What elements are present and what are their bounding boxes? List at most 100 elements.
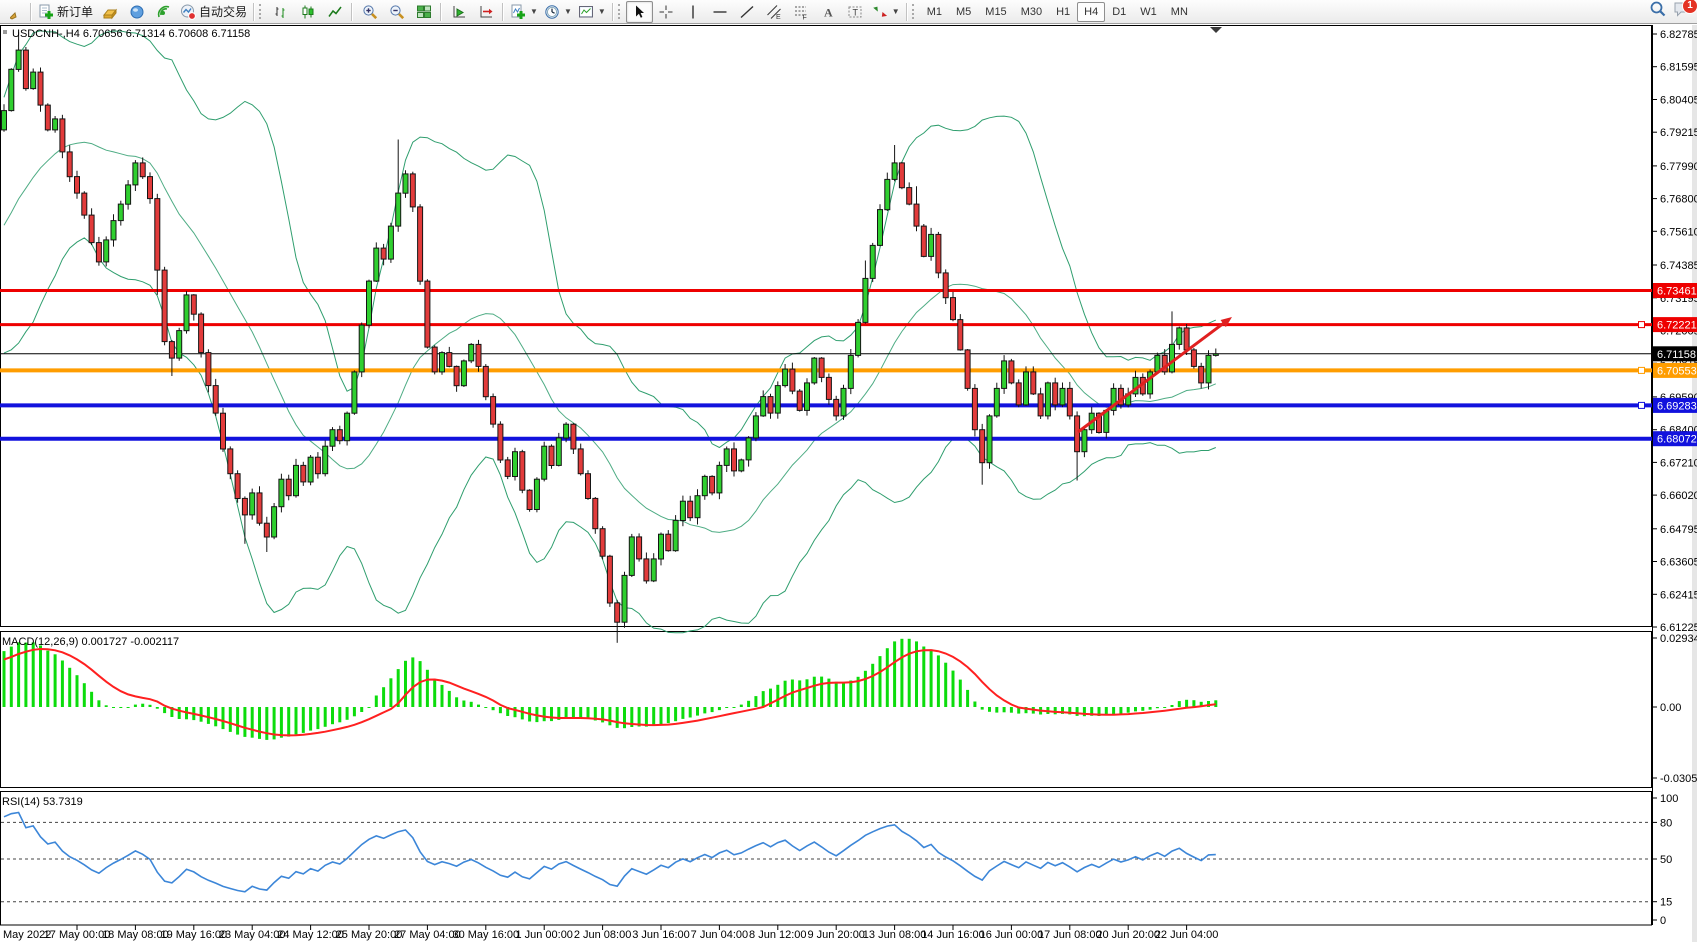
timeframe-button-h1[interactable]: H1 <box>1049 2 1077 22</box>
timeframe-button-w1[interactable]: W1 <box>1133 2 1164 22</box>
market-watch-icon <box>102 4 118 20</box>
dropdown-caret-icon[interactable]: ▼ <box>598 7 606 16</box>
toolbar-separator <box>253 3 255 21</box>
equidistant-channel-tool-button[interactable]: E <box>761 1 788 23</box>
svg-text:T: T <box>853 7 859 17</box>
dropdown-caret-icon[interactable]: ▼ <box>530 7 538 16</box>
svg-text:6.64795: 6.64795 <box>1660 524 1697 536</box>
line-selection-handle[interactable] <box>1639 402 1645 408</box>
line-selection-handle[interactable] <box>1639 322 1645 328</box>
svg-text:6.72221: 6.72221 <box>1657 320 1697 332</box>
time-axis-label: 2 Jun 08:00 <box>574 929 632 941</box>
svg-text:0.00: 0.00 <box>1660 702 1681 714</box>
svg-text:100: 100 <box>1660 793 1678 805</box>
line-chart-button[interactable] <box>321 1 348 23</box>
chart-shift-marker[interactable] <box>1210 27 1222 33</box>
svg-text:E: E <box>776 14 781 20</box>
zoom-in-button[interactable] <box>356 1 383 23</box>
autotrade-button[interactable]: 自动交易 <box>177 1 250 23</box>
text-label-tool-button[interactable]: T <box>842 1 869 23</box>
price-level-label: 6.69283 <box>1653 398 1697 413</box>
rsi-axis[interactable]: 1008050150 <box>1652 793 1678 927</box>
fibonacci-tool-button[interactable]: F <box>788 1 815 23</box>
crosshair-tool-button[interactable] <box>653 1 680 23</box>
timeframe-button-h4[interactable]: H4 <box>1077 2 1105 22</box>
arrows-icon <box>872 4 888 20</box>
search-button[interactable] <box>1649 0 1667 23</box>
main-toolbar: 新订单 自动交易 ▼ ▼ ▼ E F A T ▼ M1M5M15M30H1H4D1W1MN 1 <box>0 0 1697 24</box>
svg-text:6.67210: 6.67210 <box>1660 457 1697 469</box>
trendline-icon <box>739 4 755 20</box>
svg-text:6.80405: 6.80405 <box>1660 94 1697 106</box>
chart-shift-icon <box>478 4 494 20</box>
indicators-button[interactable]: ▼ <box>507 1 541 23</box>
candlestick-chart-button[interactable] <box>294 1 321 23</box>
timeframe-button-m1[interactable]: M1 <box>920 2 949 22</box>
time-axis-label: 17 May 00:00 <box>44 929 111 941</box>
timeframe-button-d1[interactable]: D1 <box>1105 2 1133 22</box>
tile-windows-icon <box>416 4 432 20</box>
svg-text:6.68072: 6.68072 <box>1657 434 1697 446</box>
signals-button[interactable] <box>150 1 177 23</box>
tile-windows-button[interactable] <box>410 1 437 23</box>
price-level-label: 6.73461 <box>1653 283 1697 298</box>
cursor-tool-button[interactable] <box>626 1 653 23</box>
timeframe-button-m15[interactable]: M15 <box>978 2 1013 22</box>
timeframe-button-m5[interactable]: M5 <box>949 2 978 22</box>
svg-text:6.71158: 6.71158 <box>1657 349 1696 361</box>
notifications-button[interactable]: 1 <box>1673 1 1691 22</box>
time-axis-label: 8 Jun 12:00 <box>749 929 807 941</box>
vertical-line-tool-button[interactable] <box>680 1 707 23</box>
toolbar-separator <box>906 3 908 21</box>
linechart-icon <box>327 4 343 20</box>
bars-icon <box>273 4 289 20</box>
toolbar-separator <box>502 3 504 21</box>
text-tool-button[interactable]: A <box>815 1 842 23</box>
svg-text:0.029341: 0.029341 <box>1660 633 1697 645</box>
auto-scroll-icon <box>451 4 467 20</box>
navigator-button[interactable] <box>123 1 150 23</box>
time-axis[interactable]: May 202217 May 00:0018 May 08:0019 May 1… <box>3 925 1218 941</box>
dropdown-caret-icon[interactable]: ▼ <box>892 7 900 16</box>
market-watch-button[interactable] <box>96 1 123 23</box>
timeframe-button-m30[interactable]: M30 <box>1014 2 1049 22</box>
bar-chart-button[interactable] <box>267 1 294 23</box>
chart-canvas[interactable]: USDCNH-,H4 6.70656 6.71314 6.70608 6.711… <box>0 0 1697 942</box>
svg-text:0: 0 <box>1660 915 1666 927</box>
periods-button[interactable]: ▼ <box>541 1 575 23</box>
time-axis-label: 27 May 04:00 <box>394 929 461 941</box>
timeframe-button-mn[interactable]: MN <box>1164 2 1195 22</box>
svg-text:F: F <box>803 14 807 20</box>
periods-icon <box>544 4 560 20</box>
horizontal-line-tool-button[interactable] <box>707 1 734 23</box>
chart-shift-button[interactable] <box>472 1 499 23</box>
time-axis-label: 13 Jun 08:00 <box>863 929 927 941</box>
arrows-tool-button[interactable]: ▼ <box>869 1 903 23</box>
mt4-terminal-window: 新订单 自动交易 ▼ ▼ ▼ E F A T ▼ M1M5M15M30H1H4D1W1MN 1 USD… <box>0 0 1697 942</box>
svg-text:6.75610: 6.75610 <box>1660 226 1697 238</box>
auto-scroll-button[interactable] <box>445 1 472 23</box>
svg-text:6.69283: 6.69283 <box>1657 400 1697 412</box>
time-axis-label: 20 Jun 20:00 <box>1096 929 1160 941</box>
autotrade-icon <box>180 4 196 20</box>
time-axis-label: 23 May 04:00 <box>219 929 286 941</box>
trendline-tool-button[interactable] <box>734 1 761 23</box>
zoom-out-button[interactable] <box>383 1 410 23</box>
time-axis-label: 19 May 16:00 <box>160 929 227 941</box>
svg-text:6.70553: 6.70553 <box>1657 365 1697 377</box>
toolbar-grip <box>618 4 623 19</box>
svg-text:15: 15 <box>1660 897 1672 909</box>
svg-text:6.81595: 6.81595 <box>1660 62 1697 74</box>
macd-axis[interactable]: 0.0293410.00-0.030587 <box>1652 633 1697 785</box>
svg-text:6.63605: 6.63605 <box>1660 557 1697 569</box>
new-order-button[interactable]: 新订单 <box>35 1 96 23</box>
svg-text:6.73461: 6.73461 <box>1657 285 1697 297</box>
svg-text:A: A <box>824 5 833 19</box>
line-selection-handle[interactable] <box>1639 367 1645 373</box>
hline-icon <box>712 4 728 20</box>
text-label-icon: T <box>847 4 863 20</box>
dropdown-caret-icon[interactable]: ▼ <box>564 7 572 16</box>
candles-icon <box>300 4 316 20</box>
templates-button[interactable]: ▼ <box>575 1 609 23</box>
autotrade-button-label: 自动交易 <box>199 3 247 20</box>
